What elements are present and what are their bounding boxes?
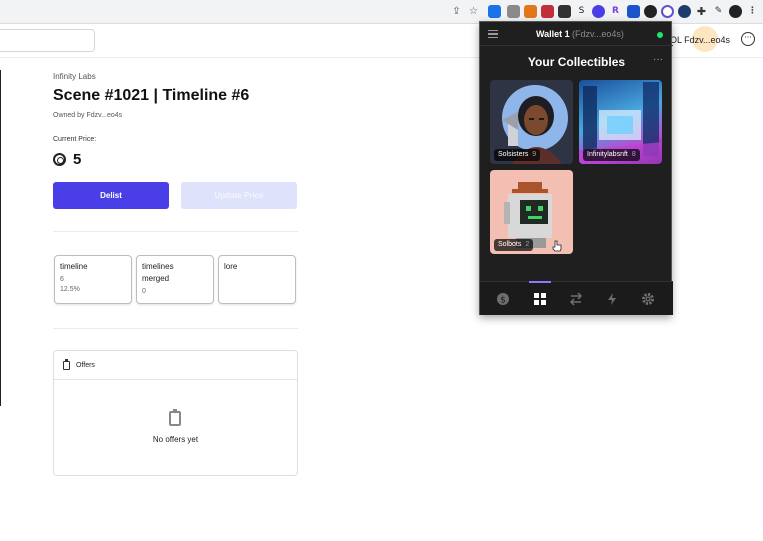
left-border <box>0 70 1 406</box>
page-title: Scene #1021 | Timeline #6 <box>53 87 250 104</box>
attribute-rarity: 12.5% <box>60 286 80 293</box>
collectible-count: 9 <box>532 151 537 158</box>
extension-icon-14[interactable]: ✎ <box>712 5 725 18</box>
empty-clipboard-icon <box>169 409 181 426</box>
wallet-bottom-nav: $ <box>480 281 673 315</box>
connected-status-dot <box>657 32 663 38</box>
lightning-icon[interactable] <box>605 292 619 306</box>
collectible-tile-solbots[interactable]: Solbots 2 <box>490 170 573 254</box>
extension-icon-5[interactable] <box>558 5 571 18</box>
attribute-name: timelines merged <box>142 262 174 283</box>
attribute-card-timelines-merged[interactable]: timelines merged 0 <box>136 255 214 304</box>
collectible-label: Infinitylabsnft 8 <box>583 149 640 161</box>
attribute-card-timeline[interactable]: timeline 6 12.5% <box>54 255 132 304</box>
collectible-tile-solsisters[interactable]: Solsisters 9 <box>490 80 573 164</box>
dollar-icon[interactable]: $ <box>496 292 510 306</box>
extensions-puzzle-icon[interactable]: ✚ <box>695 5 708 18</box>
extension-icon-2[interactable] <box>507 5 520 18</box>
svg-text:$: $ <box>500 296 506 306</box>
extension-icon-10[interactable] <box>644 5 657 18</box>
extension-icon-12[interactable] <box>678 5 691 18</box>
solana-coin-icon <box>53 152 66 166</box>
attribute-name: timeline <box>60 262 88 271</box>
attribute-value: 6 <box>60 276 64 283</box>
extension-icon-7[interactable] <box>592 5 605 18</box>
wallet-name[interactable]: Wallet 1 <box>536 29 570 39</box>
more-horizontal-circle-icon[interactable]: ··· <box>741 32 755 46</box>
price-label: Current Price: <box>53 136 97 143</box>
collectible-count: 8 <box>631 151 636 158</box>
update-price-button[interactable]: Update Price <box>181 182 297 209</box>
browser-menu-icon[interactable]: ⋮ <box>746 5 759 18</box>
clipboard-icon <box>63 358 70 370</box>
hand-cursor-icon <box>552 240 562 252</box>
collectible-count: 2 <box>525 241 530 248</box>
delist-button[interactable]: Delist <box>53 182 169 209</box>
collectible-label: Solbots 2 <box>494 239 534 251</box>
phantom-extension-icon[interactable] <box>661 5 674 18</box>
collection-name[interactable]: Infinity Labs <box>53 72 96 81</box>
wallet-header: Wallet 1 (Fdzv...eo4s) <box>480 22 673 46</box>
extension-icon-1[interactable] <box>488 5 501 18</box>
divider <box>53 328 298 329</box>
extension-icon-4[interactable] <box>541 5 554 18</box>
collectible-label: Solsisters 9 <box>494 149 541 161</box>
bookmark-star-icon[interactable]: ☆ <box>467 5 480 18</box>
divider <box>53 231 298 232</box>
collectible-tile-infinitylabsnft[interactable]: Infinitylabsnft 8 <box>579 80 662 164</box>
owner-label: Owned by Fdzv...eo4s <box>53 112 123 119</box>
gear-icon[interactable] <box>641 292 655 306</box>
hamburger-menu-icon[interactable] <box>488 30 498 38</box>
price-row: 5 <box>53 150 81 168</box>
metamask-extension-icon[interactable] <box>524 5 537 18</box>
share-icon[interactable]: ⇪ <box>450 5 463 18</box>
offers-title: Offers <box>76 361 95 369</box>
more-icon[interactable]: ··· <box>653 54 663 65</box>
extension-icon-9[interactable] <box>627 5 640 18</box>
attribute-name: lore <box>224 262 238 271</box>
grid-icon[interactable] <box>533 292 547 306</box>
active-tab-indicator <box>529 281 551 283</box>
wallet-address[interactable]: (Fdzv...eo4s) <box>572 29 624 39</box>
price-value: 5 <box>73 150 82 168</box>
search-input[interactable] <box>0 29 95 52</box>
offers-panel: Offers No offers yet <box>53 350 298 476</box>
collectible-name: Solsisters <box>498 151 529 158</box>
extension-icon-6[interactable]: S <box>575 5 588 18</box>
collectible-name: Solbots <box>498 241 522 248</box>
profile-avatar-icon[interactable] <box>729 5 742 18</box>
attribute-value: 0 <box>142 288 146 295</box>
wallet-popup: Wallet 1 (Fdzv...eo4s) Your Collectibles… <box>479 21 673 315</box>
extension-icon-8[interactable]: R <box>609 5 622 18</box>
no-offers-text: No offers yet <box>152 435 199 444</box>
offers-header: Offers <box>54 351 297 380</box>
collectible-name: Infinitylabsnft <box>587 151 628 158</box>
swap-icon[interactable] <box>569 292 583 306</box>
connected-wallet-address[interactable]: OL Fdzv...eo4s <box>670 35 730 45</box>
attribute-card-lore[interactable]: lore <box>218 255 296 304</box>
collectibles-title: Your Collectibles <box>527 55 626 69</box>
